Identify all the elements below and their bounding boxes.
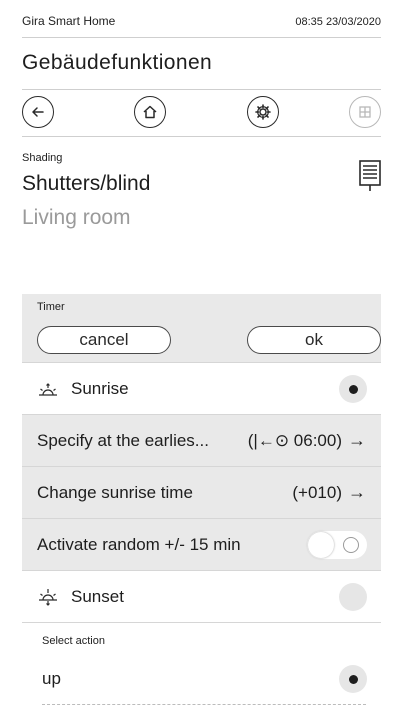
status-bar: Gira Smart Home 08:35 23/03/2020 <box>22 0 381 38</box>
action-up-label: up <box>42 669 61 688</box>
page-title: Gebäudefunktionen <box>22 51 213 74</box>
sunset-option[interactable]: Sunset <box>22 571 381 623</box>
change-sunrise-row[interactable]: Change sunrise time (+010) → <box>22 467 381 519</box>
sunset-radio[interactable] <box>339 583 367 611</box>
radio-selected-dot <box>348 384 358 394</box>
earliest-time-value: (|←⊙ 06:00) <box>247 430 342 450</box>
grid-button[interactable] <box>349 96 381 128</box>
arrow-right-icon: → <box>348 482 366 502</box>
toggle-knob <box>308 532 334 558</box>
gear-icon <box>255 104 271 120</box>
blind-icon <box>359 160 381 191</box>
divider <box>42 704 366 705</box>
sunrise-radio[interactable] <box>339 375 367 403</box>
change-sunrise-value: (+010) <box>292 482 342 502</box>
app-name: Gira Smart Home <box>22 14 116 28</box>
timer-header: Timer <box>22 294 381 316</box>
timer-panel: Timer cancel ok Sunrise Specify at the e… <box>22 294 381 718</box>
sunrise-label: Sunrise <box>71 378 129 398</box>
random-toggle[interactable] <box>307 531 367 559</box>
back-button[interactable] <box>22 96 54 128</box>
grid-icon <box>359 106 371 118</box>
divider <box>22 136 381 137</box>
action-up-radio[interactable] <box>339 665 367 693</box>
select-action-label: Select action <box>22 623 381 653</box>
toggle-off-icon <box>343 537 359 553</box>
action-bar: cancel ok <box>22 316 381 363</box>
home-icon <box>143 105 157 119</box>
arrow-right-icon: → <box>348 430 366 450</box>
cancel-button[interactable]: cancel <box>37 326 171 354</box>
random-row: Activate random +/- 15 min <box>22 519 381 571</box>
sunset-label: Sunset <box>71 586 124 606</box>
divider <box>22 89 381 90</box>
earliest-time-label: Specify at the earlies... <box>37 430 209 450</box>
sunrise-icon <box>39 382 57 396</box>
device-name: Shutters/blind <box>22 172 151 195</box>
datetime: 08:35 23/03/2020 <box>295 16 381 28</box>
sunset-icon <box>39 588 57 606</box>
change-sunrise-label: Change sunrise time <box>37 482 193 502</box>
radio-selected-dot <box>348 674 358 684</box>
action-up-option[interactable]: up <box>22 653 381 705</box>
settings-button[interactable] <box>247 96 279 128</box>
nav-bar <box>22 96 381 130</box>
home-button[interactable] <box>134 96 166 128</box>
arrow-left-icon <box>32 107 44 117</box>
device-category: Shading <box>22 152 63 164</box>
ok-button[interactable]: ok <box>247 326 381 354</box>
sunrise-option[interactable]: Sunrise <box>22 363 381 415</box>
room-name: Living room <box>22 206 131 229</box>
earliest-time-row[interactable]: Specify at the earlies... (|←⊙ 06:00) → <box>22 415 381 467</box>
